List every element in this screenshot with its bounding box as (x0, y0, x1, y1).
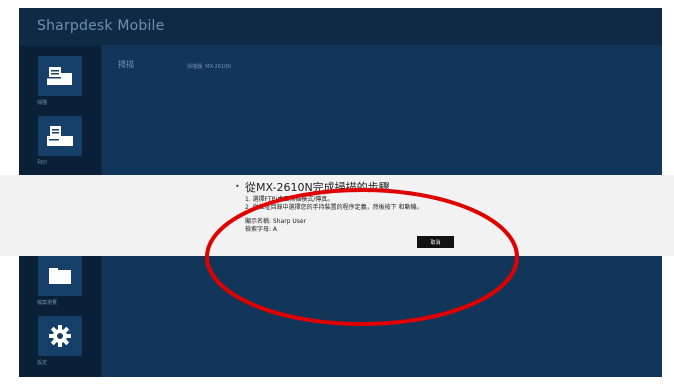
settings-tile[interactable] (38, 316, 82, 356)
cancel-button[interactable]: 取消 (417, 236, 454, 248)
sidebar-item-label: 列印 (37, 160, 48, 166)
folder-icon (49, 268, 71, 284)
gear-icon (49, 325, 71, 347)
scan-tile[interactable] (38, 56, 82, 96)
dialog-title: 從MX-2610N完成掃描的步驟 (245, 181, 390, 194)
bullet-icon: • (235, 182, 240, 191)
scan-steps-dialog: • 從MX-2610N完成掃描的步驟 1. 選擇FTP/桌面掃描模式/傳真。 2… (0, 175, 674, 256)
search-char-text: 檢索字母: A (245, 226, 278, 233)
sidebar-item-label: 檔案瀏覽 (37, 300, 58, 306)
dialog-step: 2. 從位址目錄中選擇您的手持裝置的程序定義，然後按下 和動機。 (245, 204, 423, 211)
scan-icon (47, 67, 72, 85)
device-label: 掃描器: MX-2610N (187, 64, 232, 70)
app-title: Sharpdesk Mobile (37, 18, 165, 34)
page-title: 掃描 (118, 60, 134, 69)
sidebar-item-label: 掃描 (37, 100, 48, 106)
sidebar-item-label: 設定 (37, 360, 48, 366)
print-icon (47, 126, 73, 146)
folder-tile[interactable] (38, 256, 82, 296)
print-tile[interactable] (38, 116, 82, 156)
